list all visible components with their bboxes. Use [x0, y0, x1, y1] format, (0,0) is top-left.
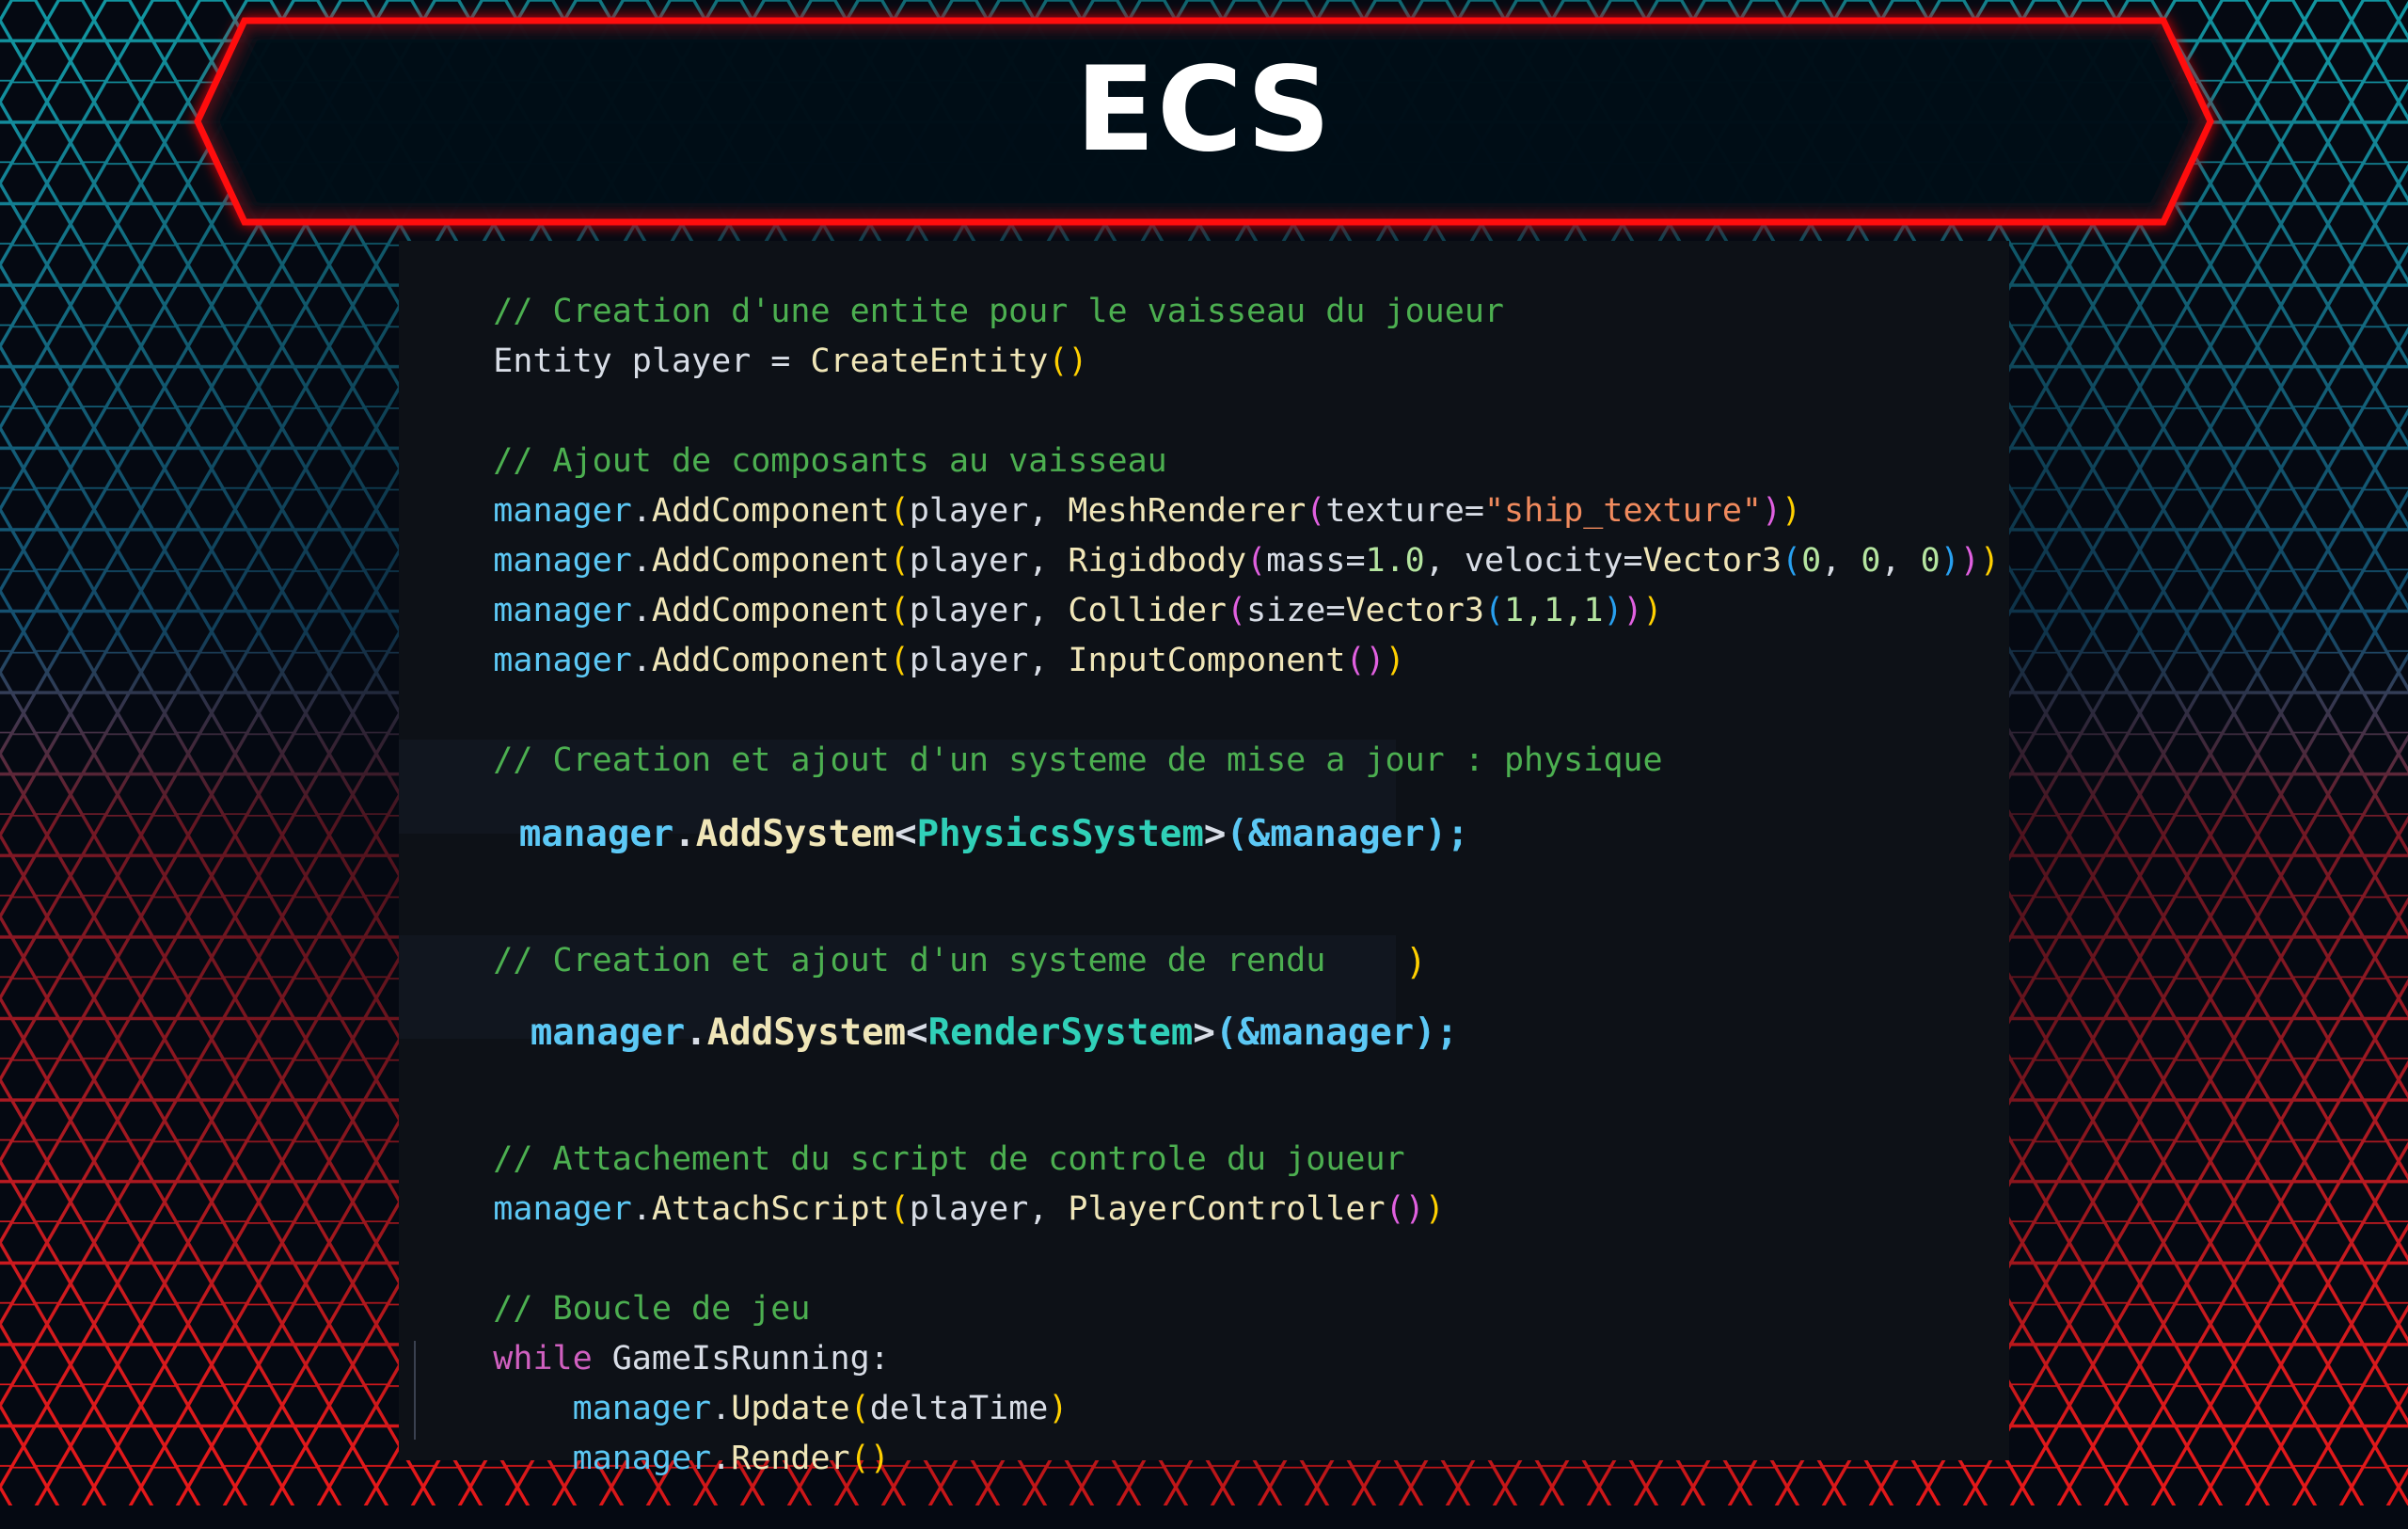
slide-title: ECS	[1075, 42, 1333, 178]
code-line: manager.AddComponent(player, MeshRendere…	[493, 492, 1802, 530]
code-line: manager.Update(deltaTime)	[572, 1390, 1069, 1427]
code-line: manager.AddComponent(player, Collider(si…	[493, 592, 1663, 629]
code-line: manager.AddSystem<RenderSystem>(&manager…	[530, 1011, 1459, 1054]
code-line: // Boucle de jeu	[493, 1290, 811, 1328]
code-line: // Creation d'une entite pour le vaissea…	[493, 293, 1504, 330]
code-line: manager.AddComponent(player, Rigidbody(m…	[493, 542, 2000, 580]
code-line: Entity player = CreateEntity()	[493, 342, 1088, 380]
code-line: while GameIsRunning:	[493, 1340, 890, 1378]
code-line: // Attachement du script de controle du …	[493, 1140, 1405, 1178]
title-banner: ECS	[188, 13, 2220, 230]
code-line: // Ajout de composants au vaisseau	[493, 442, 1167, 480]
code-line: // Creation et ajout d'un systeme de ren…	[493, 942, 1326, 980]
code-line: manager.AddComponent(player, InputCompon…	[493, 642, 1405, 679]
code-panel: // Creation d'une entite pour le vaissea…	[399, 241, 2009, 1477]
code-line: manager.Render()	[572, 1440, 890, 1477]
stray-bracket: )	[1405, 941, 1427, 982]
code-line: // Creation et ajout d'un systeme de mis…	[493, 741, 1663, 779]
code-line: manager.AttachScript(player, PlayerContr…	[493, 1190, 1445, 1228]
code-line: manager.AddSystem<PhysicsSystem>(&manage…	[518, 813, 1469, 855]
indent-guide	[414, 1341, 416, 1440]
